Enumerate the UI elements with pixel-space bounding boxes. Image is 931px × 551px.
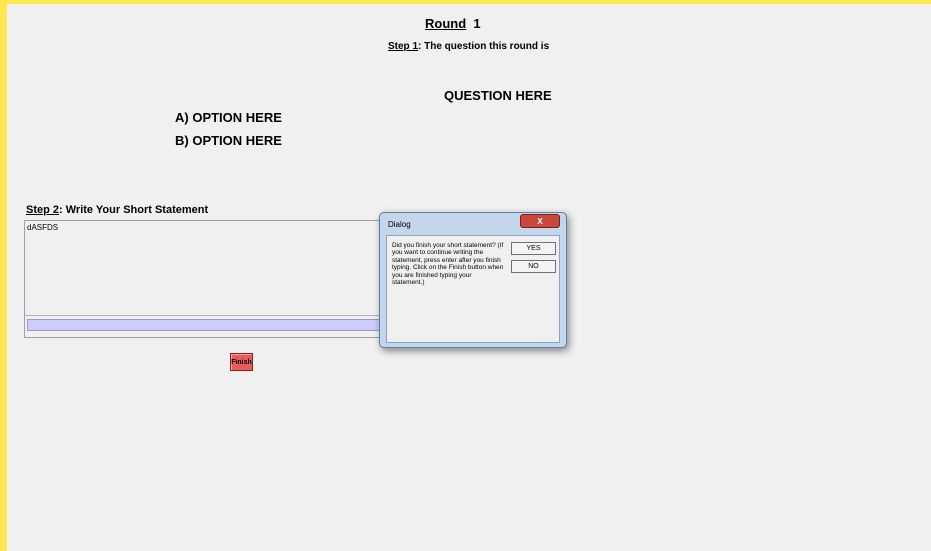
statement-input-field[interactable] bbox=[27, 319, 389, 331]
finish-button[interactable]: Finish bbox=[230, 353, 253, 371]
option-a: A) OPTION HERE bbox=[175, 110, 282, 125]
dialog-title: Dialog bbox=[388, 220, 411, 229]
top-border bbox=[0, 0, 931, 4]
question-text: QUESTION HERE bbox=[444, 88, 552, 103]
dialog-body: Did you finish your short statement? (If… bbox=[386, 235, 560, 343]
step2-label: Step 2 bbox=[26, 204, 60, 216]
step2-heading: Step 2: Write Your Short Statement bbox=[26, 204, 208, 216]
statement-panel: dASFDS bbox=[24, 220, 394, 338]
statement-divider bbox=[25, 315, 393, 316]
close-icon[interactable]: X bbox=[520, 214, 560, 228]
round-title: Round 1 bbox=[425, 16, 481, 31]
step1-label: Step 1 bbox=[388, 41, 419, 52]
statement-textarea[interactable]: dASFDS bbox=[27, 223, 387, 313]
step1-heading: Step 1: The question this round is bbox=[388, 41, 549, 52]
confirm-dialog: Dialog X Did you finish your short state… bbox=[379, 212, 567, 348]
round-number: 1 bbox=[473, 16, 481, 31]
option-b: B) OPTION HERE bbox=[175, 133, 282, 148]
dialog-message: Did you finish your short statement? (If… bbox=[392, 242, 504, 287]
step2-text: : Write Your Short Statement bbox=[59, 204, 209, 216]
no-button[interactable]: NO bbox=[511, 260, 556, 273]
left-border bbox=[0, 0, 7, 551]
round-label: Round bbox=[425, 16, 467, 31]
step1-text: : The question this round is bbox=[418, 41, 550, 52]
yes-button[interactable]: YES bbox=[511, 242, 556, 255]
